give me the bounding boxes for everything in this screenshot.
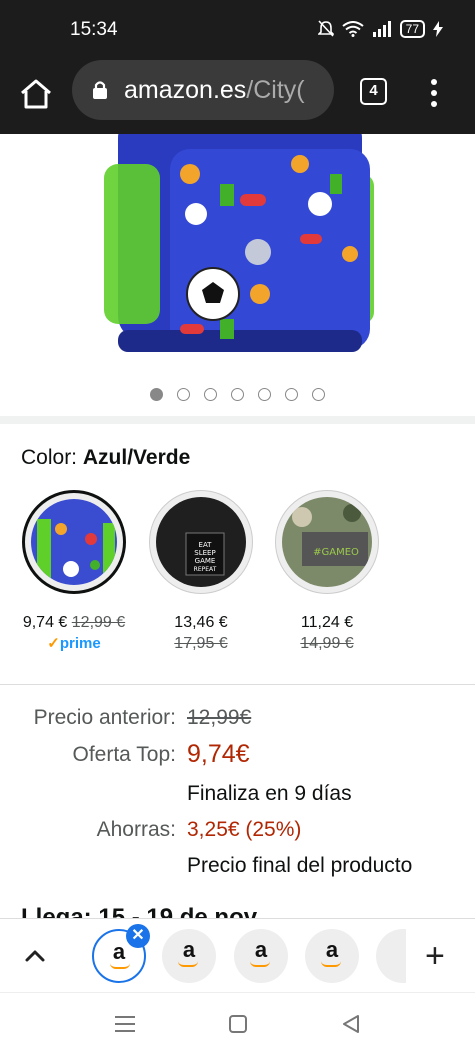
url-text: amazon.es/City( bbox=[124, 76, 305, 105]
amazon-logo-icon: a bbox=[112, 939, 126, 964]
status-bar: 15:34 77 bbox=[0, 0, 475, 60]
variant-price: 13,46 € bbox=[174, 614, 228, 631]
tab-thumbnail[interactable]: a bbox=[234, 929, 288, 983]
tab-thumbnail[interactable]: a bbox=[162, 929, 216, 983]
variant-price-1: 9,74 € 12,99 € ✓prime bbox=[9, 612, 139, 654]
savings-label: Ahorras: bbox=[96, 818, 176, 841]
home-square-icon[interactable] bbox=[228, 1014, 248, 1034]
prime-check-icon: ✓ bbox=[47, 635, 60, 652]
variant-thumb: #GAMEO bbox=[282, 497, 372, 587]
variant-swatch-black[interactable]: EAT SLEEP GAME REPEAT bbox=[149, 490, 253, 594]
carousel-dot[interactable] bbox=[312, 388, 325, 401]
tab-thumbnail-partial[interactable] bbox=[376, 929, 406, 983]
prime-text: prime bbox=[59, 635, 101, 652]
variant-old-price: 14,99 € bbox=[300, 635, 354, 652]
carousel-dot[interactable] bbox=[150, 388, 163, 401]
overflow-menu-icon[interactable] bbox=[424, 76, 444, 108]
close-tab-icon[interactable]: ✕ bbox=[126, 924, 150, 948]
tab-switcher-button[interactable]: 4 bbox=[360, 78, 387, 105]
savings-value: 3,25€ (25%) bbox=[187, 818, 302, 841]
mute-bell-icon bbox=[317, 20, 334, 37]
carousel-dot[interactable] bbox=[204, 388, 217, 401]
variant-price: 11,24 € bbox=[300, 614, 354, 631]
carousel-dots bbox=[0, 388, 475, 406]
section-separator bbox=[0, 416, 475, 424]
amazon-logo-icon: a bbox=[325, 937, 339, 962]
chevron-up-icon[interactable] bbox=[22, 943, 48, 969]
status-icons: 77 bbox=[317, 20, 443, 38]
selected-color: Azul/Verde bbox=[82, 446, 191, 469]
carousel-dot[interactable] bbox=[258, 388, 271, 401]
new-tab-plus-icon[interactable]: + bbox=[425, 939, 445, 973]
deal-ends-text: Finaliza en 9 días bbox=[187, 782, 352, 805]
carousel-dot[interactable] bbox=[177, 388, 190, 401]
variant-price: 9,74 € bbox=[22, 614, 68, 631]
product-image[interactable] bbox=[0, 134, 475, 380]
svg-text:SLEEP: SLEEP bbox=[194, 549, 215, 557]
divider bbox=[0, 684, 475, 685]
home-icon[interactable] bbox=[18, 76, 54, 112]
url-bar[interactable]: amazon.es/City( bbox=[72, 60, 334, 120]
battery-indicator: 77 bbox=[399, 20, 425, 38]
variant-price-2: 13,46 € 17,95 € bbox=[136, 612, 266, 654]
variant-old-price: 17,95 € bbox=[174, 635, 228, 652]
wifi-icon bbox=[342, 21, 364, 37]
recents-menu-icon[interactable] bbox=[114, 1015, 136, 1033]
deal-price: 9,74€ bbox=[187, 740, 250, 768]
variant-swatch-blue-green[interactable] bbox=[22, 490, 126, 594]
svg-text:REPEAT: REPEAT bbox=[194, 566, 217, 573]
variant-price-3: 11,24 € 14,99 € bbox=[262, 612, 392, 654]
variant-old-price: 12,99 € bbox=[71, 614, 126, 631]
variant-swatch-camo[interactable]: #GAMEO bbox=[275, 490, 379, 594]
svg-text:GAME: GAME bbox=[195, 557, 216, 565]
previous-price-label: Precio anterior: bbox=[33, 706, 176, 729]
url-path: /City( bbox=[246, 76, 305, 104]
backpack-image bbox=[104, 134, 374, 352]
prime-badge: ✓prime bbox=[47, 635, 100, 652]
delivery-text: Llega: 15 - 19 de nov bbox=[21, 904, 258, 918]
url-domain: amazon.es bbox=[124, 76, 247, 104]
color-label: Color: Azul/Verde bbox=[21, 446, 190, 470]
svg-text:EAT: EAT bbox=[199, 541, 213, 549]
charging-bolt-icon bbox=[433, 21, 443, 37]
deal-label: Oferta Top: bbox=[72, 743, 176, 766]
lock-icon bbox=[93, 81, 107, 99]
carousel-dot[interactable] bbox=[231, 388, 244, 401]
status-time: 15:34 bbox=[70, 19, 118, 40]
amazon-logo-icon: a bbox=[182, 937, 196, 962]
variant-thumb: EAT SLEEP GAME REPEAT bbox=[156, 497, 246, 587]
amazon-logo-icon: a bbox=[254, 937, 268, 962]
carousel-dot[interactable] bbox=[285, 388, 298, 401]
tab-thumbnail[interactable]: a bbox=[305, 929, 359, 983]
tab-strip: a a a a + bbox=[0, 918, 475, 992]
svg-text:#GAMEO: #GAMEO bbox=[313, 547, 359, 558]
signal-icon bbox=[372, 21, 391, 37]
variant-thumb bbox=[31, 499, 117, 585]
system-nav-bar bbox=[0, 992, 475, 1056]
back-triangle-icon[interactable] bbox=[340, 1013, 362, 1035]
final-price-note: Precio final del producto bbox=[187, 854, 413, 877]
color-label-prefix: Color: bbox=[21, 446, 78, 469]
browser-toolbar: amazon.es/City( 4 bbox=[0, 60, 475, 134]
previous-price-value: 12,99€ bbox=[187, 706, 252, 729]
